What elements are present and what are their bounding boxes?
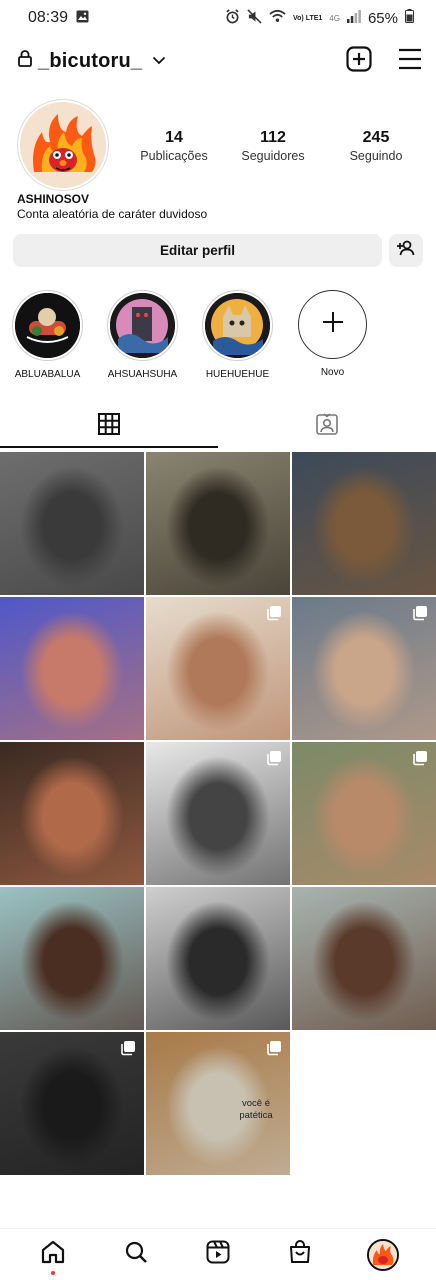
nav-home[interactable]	[33, 1235, 73, 1275]
new-highlight-ring	[298, 290, 367, 359]
nav-reels[interactable]	[198, 1235, 238, 1275]
mute-icon	[247, 8, 262, 28]
stat-following-count: 245	[362, 129, 390, 146]
stat-following[interactable]: 245 Seguindo	[326, 128, 426, 163]
post-thumbnail[interactable]	[146, 452, 290, 595]
post-thumbnail[interactable]	[0, 1032, 144, 1175]
highlight-label: AHSUAHSUHA	[107, 369, 178, 380]
highlight-item[interactable]: AHSUAHSUHA	[107, 290, 178, 380]
carousel-icon	[266, 1040, 282, 1061]
battery-level: 65%	[367, 9, 398, 27]
highlight-cover	[110, 293, 175, 358]
highlight-ring	[107, 290, 178, 361]
home-icon	[41, 1240, 65, 1269]
post-thumbnail[interactable]	[0, 452, 144, 595]
discover-people-button[interactable]	[389, 234, 423, 267]
alarm-icon	[225, 8, 240, 28]
nav-search[interactable]	[116, 1235, 156, 1275]
profile-stats: 14 Publicações 112 Seguidores 245 Seguin…	[128, 128, 428, 163]
notification-dot	[51, 1270, 56, 1275]
stat-posts-label: Publicações	[140, 149, 208, 163]
tab-tagged[interactable]	[218, 404, 436, 448]
highlight-label: HUEHUEHUE	[205, 369, 270, 380]
edit-profile-button[interactable]: Editar perfil	[13, 234, 382, 267]
story-highlights: ABLUABALUA AHSUAHSUHA HUEHUEHUE Novo	[12, 290, 368, 380]
chevron-down-icon[interactable]	[152, 52, 166, 70]
post-thumbnail[interactable]	[146, 597, 290, 740]
new-post-icon[interactable]	[346, 45, 372, 77]
post-thumbnail[interactable]	[0, 887, 144, 1030]
post-thumbnail[interactable]	[292, 887, 436, 1030]
carousel-icon	[412, 605, 428, 626]
wifi-icon	[269, 9, 286, 27]
stat-followers-label: Seguidores	[241, 149, 305, 163]
add-user-icon	[397, 240, 415, 261]
carousel-icon	[266, 750, 282, 771]
highlight-ring	[202, 290, 273, 361]
tagged-icon	[315, 412, 339, 441]
nav-profile[interactable]	[363, 1235, 403, 1275]
signal-icon	[346, 9, 361, 27]
post-thumbnail[interactable]	[292, 597, 436, 740]
highlight-label: ABLUABALUA	[14, 369, 81, 380]
shop-icon	[289, 1240, 311, 1269]
post-thumbnail[interactable]	[292, 452, 436, 595]
carousel-icon	[266, 605, 282, 626]
display-name: ASHINOSOV	[17, 192, 90, 206]
nav-shop[interactable]	[280, 1235, 320, 1275]
stat-following-label: Seguindo	[349, 149, 403, 163]
grid-icon	[98, 412, 120, 440]
post-thumbnail[interactable]	[292, 742, 436, 885]
post-thumbnail[interactable]	[0, 597, 144, 740]
stat-followers[interactable]: 112 Seguidores	[220, 128, 326, 163]
username-switcher[interactable]: _bicutoru_	[38, 50, 142, 73]
volte-icon: Vo) LTE1	[293, 14, 323, 22]
posts-grid: você é patética	[0, 452, 436, 1175]
menu-icon[interactable]	[398, 48, 422, 75]
post-thumbnail[interactable]: você é patética	[146, 1032, 290, 1175]
new-highlight-button[interactable]: Novo	[297, 290, 368, 380]
network-type: 4G	[329, 13, 340, 23]
stat-posts-count: 14	[165, 129, 183, 146]
new-highlight-label: Novo	[320, 367, 345, 378]
bio: Conta aleatória de caráter duvidoso	[17, 207, 208, 221]
gallery-notification-icon	[76, 10, 89, 27]
profile-header: _bicutoru_	[0, 40, 436, 82]
carousel-icon	[412, 750, 428, 771]
carousel-icon	[120, 1040, 136, 1061]
status-bar: 08:39 Vo) LTE1 4G 65%	[0, 0, 436, 36]
highlight-cover	[205, 293, 270, 358]
search-icon	[124, 1240, 148, 1269]
profile-avatar-small	[366, 1238, 399, 1271]
profile-tabs	[0, 404, 436, 448]
plus-icon	[322, 311, 344, 338]
highlight-ring	[12, 290, 83, 361]
status-time: 08:39	[28, 9, 69, 26]
post-thumbnail[interactable]	[146, 887, 290, 1030]
tab-posts-grid[interactable]	[0, 404, 218, 448]
highlight-item[interactable]: HUEHUEHUE	[202, 290, 273, 380]
stat-followers-count: 112	[260, 129, 286, 146]
post-thumbnail[interactable]	[146, 742, 290, 885]
highlight-cover	[15, 293, 80, 358]
profile-avatar[interactable]	[17, 99, 109, 191]
post-thumbnail[interactable]	[0, 742, 144, 885]
highlight-item[interactable]: ABLUABALUA	[12, 290, 83, 380]
lock-icon	[18, 50, 32, 72]
reels-icon	[206, 1240, 230, 1269]
bottom-navigation	[0, 1228, 436, 1280]
stat-posts[interactable]: 14 Publicações	[128, 128, 220, 163]
battery-icon	[405, 9, 414, 27]
post-caption-overlay: você é patética	[239, 1098, 273, 1121]
avatar	[20, 102, 106, 188]
active-tab-indicator	[0, 446, 218, 448]
